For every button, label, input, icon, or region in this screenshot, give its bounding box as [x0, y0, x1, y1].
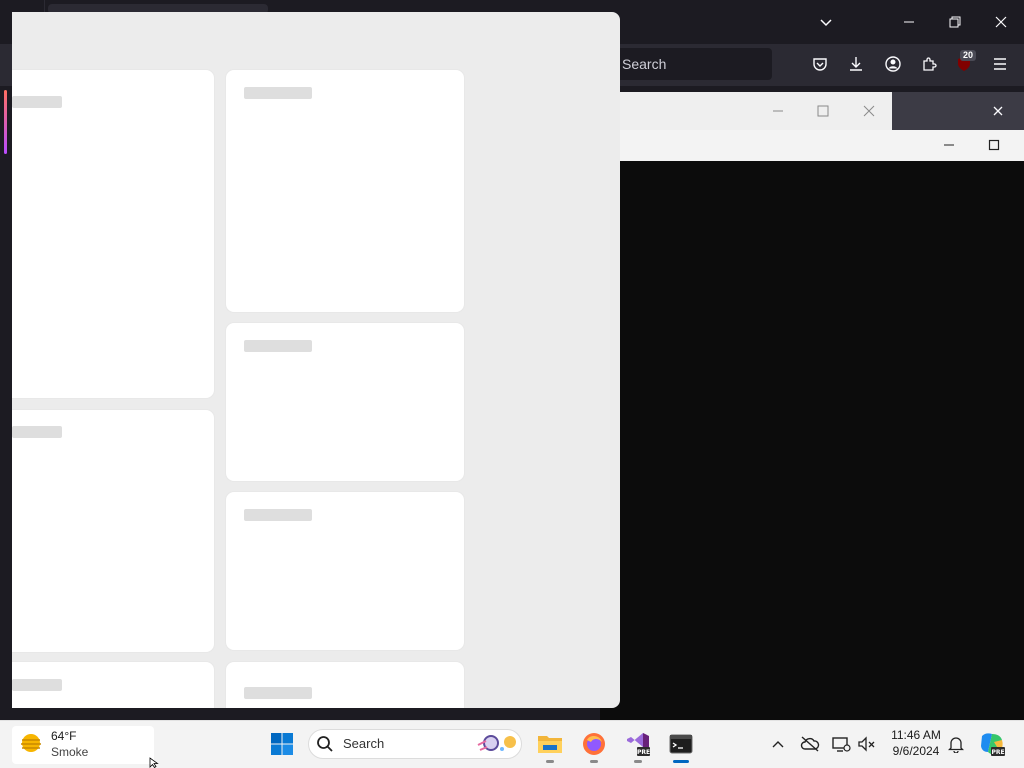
downloads-button[interactable] [844, 52, 868, 76]
account-icon [885, 56, 901, 72]
minimize-icon [773, 110, 783, 112]
inner-window-titlebar [600, 92, 892, 130]
puzzle-icon [923, 57, 937, 71]
app-menu-button[interactable] [988, 52, 1012, 76]
hamburger-menu-icon [994, 58, 1006, 70]
windows-logo-icon [271, 733, 293, 755]
terminal-icon [669, 734, 693, 754]
widget-card[interactable] [12, 410, 214, 652]
close-icon [995, 16, 1007, 28]
close-button[interactable] [986, 8, 1016, 36]
pocket-icon [813, 58, 827, 71]
browser-search-placeholder: Search [622, 56, 667, 72]
show-hidden-icons-button[interactable] [767, 734, 789, 754]
start-button[interactable] [266, 728, 298, 760]
file-explorer-button[interactable] [534, 728, 566, 760]
chevron-up-icon [772, 741, 784, 748]
widget-title-placeholder [244, 87, 312, 99]
close-icon [993, 106, 1003, 116]
chevron-down-icon [820, 19, 832, 27]
terminal-maximize-button[interactable] [979, 131, 1009, 159]
widget-card[interactable] [12, 70, 214, 398]
inner-close-button[interactable] [855, 97, 883, 125]
volume-button[interactable] [856, 734, 878, 754]
terminal-active-indicator [673, 760, 689, 763]
terminal-button[interactable] [665, 728, 697, 760]
taskbar-search-label: Search [343, 736, 385, 751]
widget-card[interactable] [226, 492, 464, 650]
inner-minimize-button[interactable] [764, 97, 792, 125]
weather-temperature: 64°F [51, 729, 77, 743]
minimize-icon [904, 21, 914, 23]
extensions-button[interactable] [917, 52, 941, 76]
onedrive-button[interactable] [799, 734, 821, 754]
minimize-button[interactable] [894, 8, 924, 36]
svg-text:PRE: PRE [637, 749, 650, 756]
maximize-icon [988, 139, 1000, 151]
firefox-icon [583, 733, 605, 755]
widget-title-placeholder [12, 426, 62, 438]
widget-card[interactable] [12, 662, 214, 708]
pocket-button[interactable] [808, 52, 832, 76]
clock-date[interactable]: 9/6/2024 [886, 744, 946, 758]
firefox-running-indicator [590, 760, 598, 763]
list-all-tabs-button[interactable] [811, 8, 841, 36]
weather-sun-smoke-icon [21, 734, 41, 752]
visual-studio-running-indicator [634, 760, 642, 763]
search-icon [317, 736, 333, 752]
inner-maximize-button[interactable] [809, 97, 837, 125]
bell-icon [948, 737, 964, 753]
ublock-badge: 20 [960, 50, 977, 61]
widget-card[interactable] [226, 70, 464, 312]
search-highlight-icon [477, 735, 516, 751]
weather-condition: Smoke [51, 745, 89, 759]
notifications-button[interactable] [945, 734, 967, 754]
minimize-icon [944, 144, 954, 146]
restore-button[interactable] [940, 8, 970, 36]
terminal-body[interactable] [600, 161, 1024, 720]
restore-icon [949, 16, 961, 28]
widget-title-placeholder [244, 687, 312, 699]
maximize-icon [817, 105, 829, 117]
close-icon [863, 105, 875, 117]
widgets-panel [12, 12, 620, 708]
widget-title-placeholder [12, 96, 62, 108]
download-icon [850, 57, 862, 71]
cloud-off-icon [800, 736, 820, 752]
copilot-icon: PRE [981, 733, 1005, 756]
sidebar-close-button[interactable] [984, 97, 1012, 125]
account-button[interactable] [881, 52, 905, 76]
svg-text:PRE: PRE [991, 749, 1004, 756]
file-explorer-icon [538, 736, 562, 753]
widget-title-placeholder [244, 509, 312, 521]
browser-search-field[interactable]: Search [614, 48, 772, 80]
widget-title-placeholder [244, 340, 312, 352]
clock-time[interactable]: 11:46 AM [886, 728, 946, 742]
widget-card[interactable] [226, 662, 464, 708]
visual-studio-icon: PRE [627, 733, 650, 756]
file-explorer-running-indicator [546, 760, 554, 763]
network-button[interactable] [830, 734, 852, 754]
copilot-button[interactable]: PRE [976, 728, 1008, 760]
sidebar-accent-strip [4, 90, 7, 154]
widget-card[interactable] [226, 323, 464, 481]
visual-studio-button[interactable]: PRE [622, 728, 654, 760]
mouse-cursor-icon [149, 757, 159, 768]
widget-title-placeholder [12, 679, 62, 691]
terminal-minimize-button[interactable] [934, 131, 964, 159]
firefox-button[interactable] [578, 728, 610, 760]
network-icon [832, 737, 851, 752]
speaker-muted-icon [858, 736, 875, 752]
